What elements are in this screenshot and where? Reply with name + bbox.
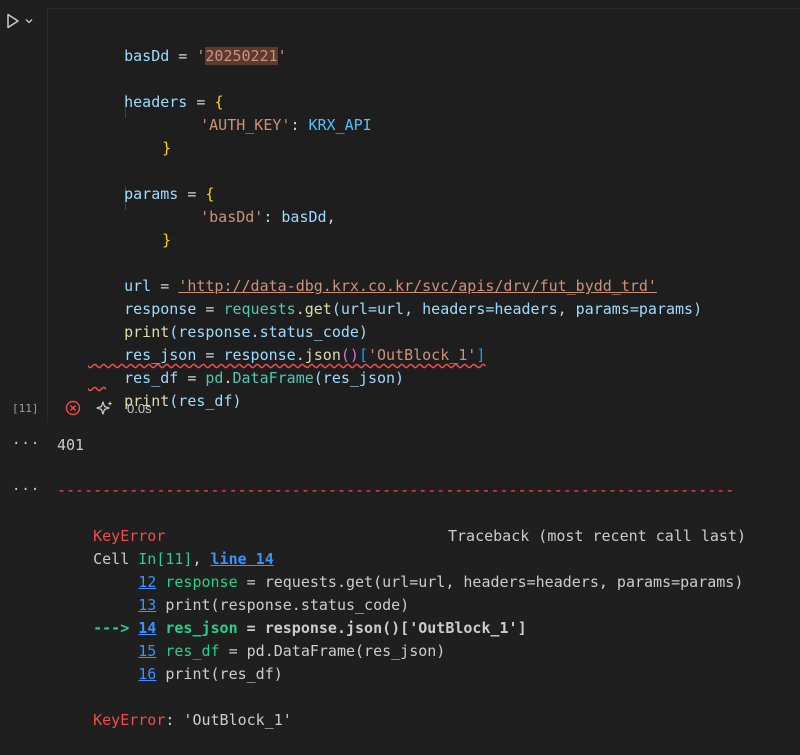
code-line-10: print(response.status_code)	[124, 323, 368, 341]
traceback-cell-ref: Cell In[11], line 14	[93, 550, 274, 568]
code-line-12: res_df = pd.DataFrame(res_json)	[124, 369, 405, 387]
traceback-line: 13 print(response.status_code)	[138, 596, 410, 614]
traceback-header: KeyError Traceback (most recent call last…	[93, 527, 747, 545]
execution-count: [11]	[12, 402, 39, 415]
code-line-5: params = {	[124, 185, 215, 203]
code-line-6: 'basDd': basDd,	[200, 208, 336, 226]
traceback-line: 15 res_df = pd.DataFrame(res_json)	[138, 642, 446, 660]
play-icon	[6, 13, 20, 29]
code-line-4: }	[162, 139, 172, 157]
code-line-9: response = requests.get(url=url, headers…	[124, 300, 703, 318]
code-line-3: 'AUTH_KEY': KRX_API	[200, 116, 372, 134]
code-line-1: basDd = '20250221'	[124, 47, 287, 65]
traceback-line-current: ---> 14 res_json = response.json()['OutB…	[93, 619, 527, 637]
run-cell-button[interactable]	[6, 10, 46, 32]
traceback-line: 12 response = requests.get(url=url, head…	[138, 573, 744, 591]
code-line-2: headers = {	[124, 93, 224, 111]
code-line-7: }	[162, 231, 172, 249]
output-status-code: 401	[57, 436, 85, 454]
code-line-8: url = 'http://data-dbg.krx.co.kr/svc/api…	[124, 277, 657, 295]
traceback-line: 16 print(res_df)	[138, 665, 283, 683]
execution-time: 0.0s	[127, 401, 152, 416]
code-line-13: print(res_df)	[124, 392, 242, 410]
code-line-11: res_json = response.json()['OutBlock_1']	[124, 346, 486, 364]
error-circle-icon	[65, 400, 81, 420]
final-error: KeyError: 'OutBlock_1'	[93, 711, 292, 729]
sparkle-icon[interactable]	[96, 400, 114, 420]
string-literal: '20250221'	[196, 47, 287, 65]
chevron-down-icon[interactable]	[24, 16, 34, 26]
output-menu-icon[interactable]: ···	[12, 482, 40, 498]
traceback-divider: ----------------------------------------…	[57, 481, 735, 499]
output-menu-icon[interactable]: ···	[12, 436, 40, 452]
line-number-link[interactable]: 16	[138, 665, 156, 683]
